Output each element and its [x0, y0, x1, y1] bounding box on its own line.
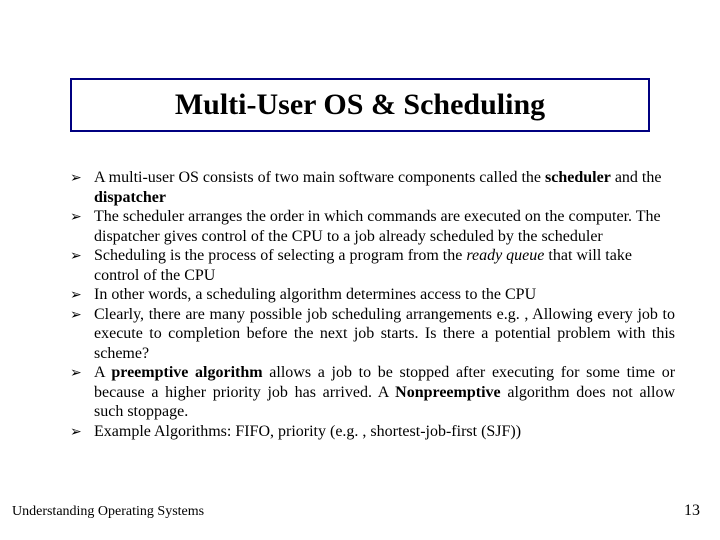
bullet-arrow-icon: ➢ — [70, 305, 94, 323]
bullet-arrow-icon: ➢ — [70, 363, 94, 381]
text-bold: preemptive algorithm — [111, 364, 262, 381]
text-bold: Nonpreemptive — [395, 384, 500, 401]
bullet-arrow-icon: ➢ — [70, 285, 94, 303]
list-item: ➢ A multi-user OS consists of two main s… — [70, 168, 675, 207]
text-bold: dispatcher — [94, 189, 166, 206]
text-run: A — [94, 364, 111, 381]
bullet-text: A preemptive algorithm allows a job to b… — [94, 363, 675, 422]
text-run: and the — [611, 169, 662, 186]
footer-left: Understanding Operating Systems — [12, 504, 204, 520]
bullet-text: Scheduling is the process of selecting a… — [94, 246, 675, 285]
bullet-arrow-icon: ➢ — [70, 168, 94, 186]
text-bold: scheduler — [545, 169, 611, 186]
slide: Multi-User OS & Scheduling ➢ A multi-use… — [0, 0, 720, 540]
bullet-arrow-icon: ➢ — [70, 207, 94, 225]
slide-title: Multi-User OS & Scheduling — [175, 88, 545, 122]
bullet-text: In other words, a scheduling algorithm d… — [94, 285, 675, 305]
page-number: 13 — [684, 502, 700, 520]
text-italic: ready queue — [466, 247, 544, 264]
title-box: Multi-User OS & Scheduling — [70, 78, 650, 132]
text-run: A multi-user OS consists of two main sof… — [94, 169, 545, 186]
bullet-arrow-icon: ➢ — [70, 422, 94, 440]
list-item: ➢ A preemptive algorithm allows a job to… — [70, 363, 675, 422]
text-run: Scheduling is the process of selecting a… — [94, 247, 466, 264]
list-item: ➢ In other words, a scheduling algorithm… — [70, 285, 675, 305]
list-item: ➢ The scheduler arranges the order in wh… — [70, 207, 675, 246]
list-item: ➢ Example Algorithms: FIFO, priority (e.… — [70, 422, 675, 442]
list-item: ➢ Scheduling is the process of selecting… — [70, 246, 675, 285]
bullet-list: ➢ A multi-user OS consists of two main s… — [70, 168, 675, 441]
bullet-text: The scheduler arranges the order in whic… — [94, 207, 675, 246]
bullet-text: Clearly, there are many possible job sch… — [94, 305, 675, 364]
bullet-arrow-icon: ➢ — [70, 246, 94, 264]
bullet-text: A multi-user OS consists of two main sof… — [94, 168, 675, 207]
list-item: ➢ Clearly, there are many possible job s… — [70, 305, 675, 364]
bullet-text: Example Algorithms: FIFO, priority (e.g.… — [94, 422, 675, 442]
